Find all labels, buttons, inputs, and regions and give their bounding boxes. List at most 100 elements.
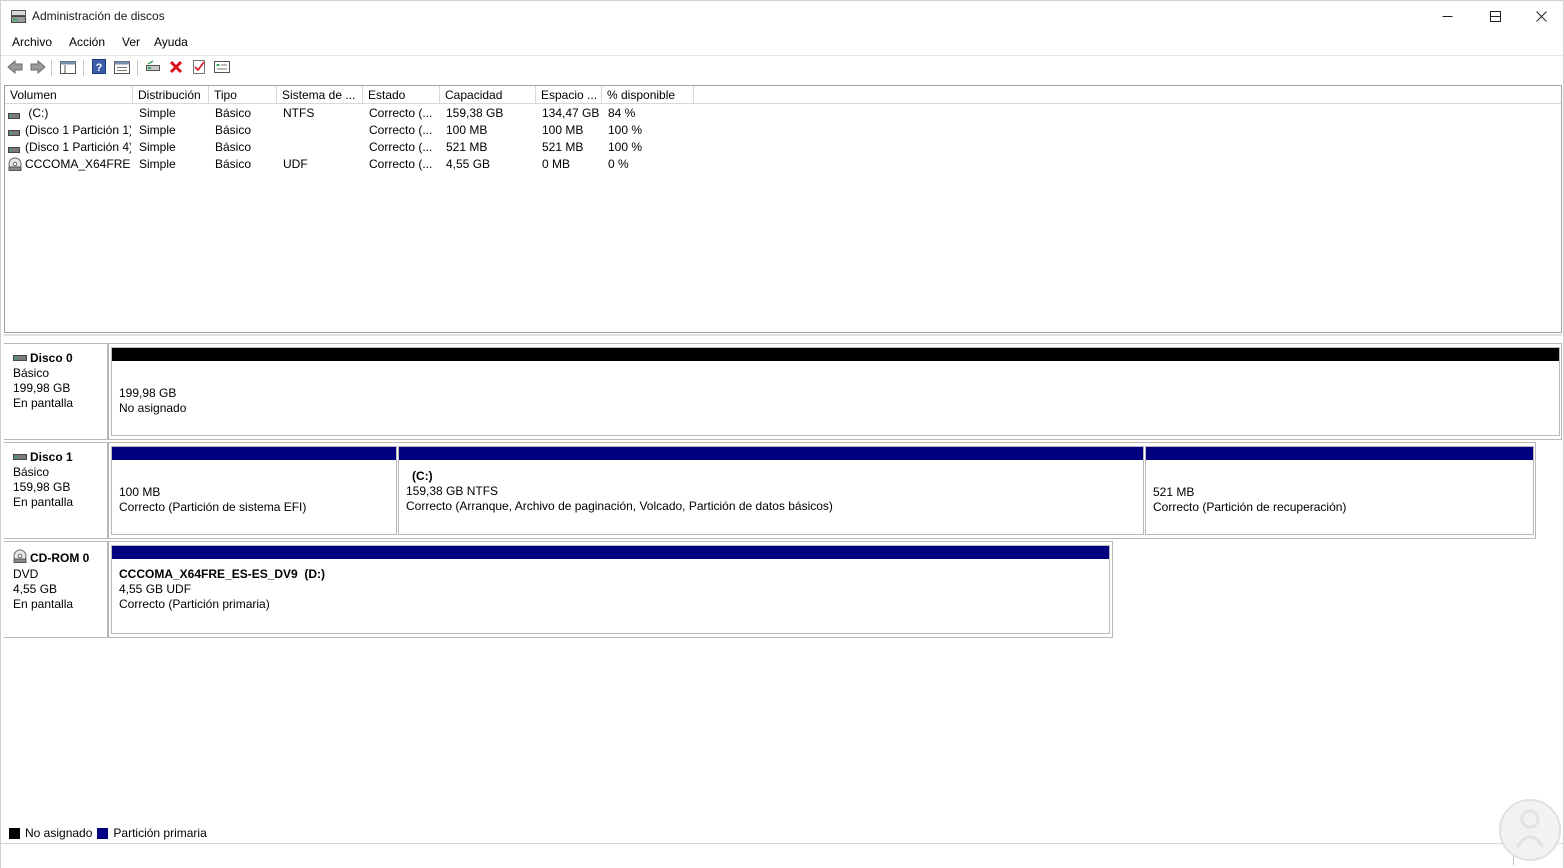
delete-icon	[169, 60, 183, 77]
column-capacidad[interactable]: Capacidad	[440, 86, 536, 104]
forward-button[interactable]	[28, 59, 48, 77]
disk-management-icon	[11, 10, 26, 23]
partition-dvd[interactable]: CCCOMA_X64FRE_ES-ES_DV9 (D:) 4,55 GB UDF…	[111, 545, 1110, 634]
cdrom-0-name-row: CD-ROM 0	[13, 549, 107, 567]
drive-icon	[13, 450, 27, 465]
volume-capacity: 100 MB	[446, 123, 488, 137]
disk-1-area: 100 MB Correcto (Partición de sistema EF…	[108, 442, 1536, 539]
disk-name: Disco 1	[30, 450, 73, 464]
partition-bar	[112, 348, 1559, 361]
volume-pct: 100 %	[608, 123, 643, 137]
column-sistema[interactable]: Sistema de ...	[277, 86, 363, 104]
legend-swatch	[9, 827, 20, 839]
volume-name: CCCOMA_X64FRE...	[25, 157, 131, 171]
delete-button[interactable]	[166, 59, 186, 77]
disk-name: Disco 0	[30, 351, 73, 365]
volume-row[interactable]: (C:) Simple Básico NTFS Correcto (... 15…	[5, 105, 1561, 122]
disk-size: 199,98 GB	[13, 381, 71, 395]
svg-text:?: ?	[96, 62, 103, 74]
minimize-icon	[1442, 11, 1453, 22]
disk-state: En pantalla	[13, 597, 74, 611]
properties-view-icon	[114, 60, 130, 77]
check-button[interactable]	[189, 59, 209, 77]
partition-status: Correcto (Partición de recuperación)	[1153, 500, 1347, 514]
disk-1-label[interactable]: Disco 1 Básico 159,98 GB En pantalla	[4, 442, 108, 539]
drive-icon	[8, 143, 20, 157]
volume-capacity: 4,55 GB	[446, 157, 491, 171]
properties-view-button[interactable]	[112, 59, 132, 77]
column-disponible[interactable]: % disponible	[602, 86, 694, 104]
disk-size: 4,55 GB	[13, 582, 58, 596]
maximize-icon	[1489, 11, 1501, 22]
legend-label: No asignado	[25, 826, 93, 840]
column-tipo[interactable]: Tipo	[209, 86, 277, 104]
legend: No asignado Partición primaria	[9, 826, 212, 840]
drive-icon	[8, 126, 20, 140]
partition-bar	[1146, 447, 1533, 460]
menu-accion[interactable]: Acción	[69, 35, 105, 49]
partition-unallocated[interactable]: 199,98 GB No asignado	[111, 347, 1560, 436]
cd-icon	[8, 157, 22, 174]
check-icon	[192, 59, 206, 78]
partition-size: 100 MB	[119, 485, 161, 499]
help-button[interactable]: ?	[89, 59, 109, 77]
volume-list-header: Volumen Distribución Tipo Sistema de ...…	[5, 86, 1561, 104]
partition-title: (C:)	[412, 469, 433, 483]
show-console-tree-button[interactable]	[58, 59, 78, 77]
volume-pct: 84 %	[608, 106, 636, 120]
volume-name: (Disco 1 Partición 4)	[25, 140, 131, 154]
disk-1-name-row: Disco 1	[13, 450, 107, 465]
disk-0-area: 199,98 GB No asignado	[108, 343, 1562, 440]
partition-size: 4,55 GB UDF	[119, 582, 192, 596]
partition-bar	[399, 447, 1143, 460]
back-button[interactable]	[5, 59, 25, 77]
disk-0-name-row: Disco 0	[13, 351, 107, 366]
volume-row[interactable]: (Disco 1 Partición 1) Simple Básico Corr…	[5, 122, 1561, 139]
volume-status: Correcto (...	[369, 106, 433, 120]
volume-row[interactable]: (Disco 1 Partición 4) Simple Básico Corr…	[5, 139, 1561, 156]
column-estado[interactable]: Estado	[363, 86, 440, 104]
partition-info: 199,98 GB No asignado	[119, 386, 186, 416]
partition-size: 159,38 GB NTFS	[406, 484, 499, 498]
volume-free: 100 MB	[542, 123, 584, 137]
partition-bar	[112, 447, 396, 460]
cdrom-0-area: CCCOMA_X64FRE_ES-ES_DV9 (D:) 4,55 GB UDF…	[108, 541, 1113, 638]
disk-0-label[interactable]: Disco 0 Básico 199,98 GB En pantalla	[4, 343, 108, 440]
volume-free: 134,47 GB	[542, 106, 600, 120]
legend-swatch	[97, 827, 109, 839]
title-bar: Administración de discos	[1, 1, 1563, 32]
properties-button[interactable]	[212, 59, 232, 77]
menu-archivo[interactable]: Archivo	[12, 35, 52, 49]
volume-free: 0 MB	[542, 157, 571, 171]
partition-size: 521 MB	[1153, 485, 1195, 499]
disk-type: DVD	[13, 567, 39, 581]
column-espacio[interactable]: Espacio ...	[536, 86, 602, 104]
volume-layout: Simple	[139, 140, 176, 154]
connect-disk-button[interactable]	[143, 59, 163, 77]
volume-status: Correcto (...	[369, 123, 433, 137]
toolbar-separator	[137, 60, 138, 76]
column-distribucion[interactable]: Distribución	[133, 86, 209, 104]
back-icon	[7, 59, 23, 77]
pane-splitter[interactable]	[4, 334, 1562, 336]
cdrom-0-label[interactable]: CD-ROM 0 DVD 4,55 GB En pantalla	[4, 541, 108, 638]
properties-icon	[214, 60, 230, 77]
partition-c[interactable]: (C:) 159,38 GB NTFS Correcto (Arranque, …	[398, 446, 1144, 535]
maximize-button[interactable]	[1472, 1, 1518, 32]
minimize-button[interactable]	[1424, 1, 1470, 32]
volume-list: Volumen Distribución Tipo Sistema de ...…	[4, 85, 1562, 333]
partition-status: Correcto (Arranque, Archivo de paginació…	[406, 499, 833, 513]
partition-size: 199,98 GB	[119, 386, 177, 400]
partition-efi[interactable]: 100 MB Correcto (Partición de sistema EF…	[111, 446, 397, 535]
menu-ayuda[interactable]: Ayuda	[154, 35, 188, 49]
close-button[interactable]	[1518, 1, 1564, 32]
forward-icon	[30, 59, 46, 77]
partition-recovery[interactable]: 521 MB Correcto (Partición de recuperaci…	[1145, 446, 1534, 535]
volume-row[interactable]: CCCOMA_X64FRE... Simple Básico UDF Corre…	[5, 156, 1561, 173]
partition-info: (C:) 159,38 GB NTFS Correcto (Arranque, …	[406, 469, 833, 514]
column-volumen[interactable]: Volumen	[5, 86, 133, 104]
volume-capacity: 521 MB	[446, 140, 488, 154]
menu-ver[interactable]: Ver	[122, 35, 140, 49]
volume-type: Básico	[215, 106, 252, 120]
status-bar	[1, 843, 1563, 868]
